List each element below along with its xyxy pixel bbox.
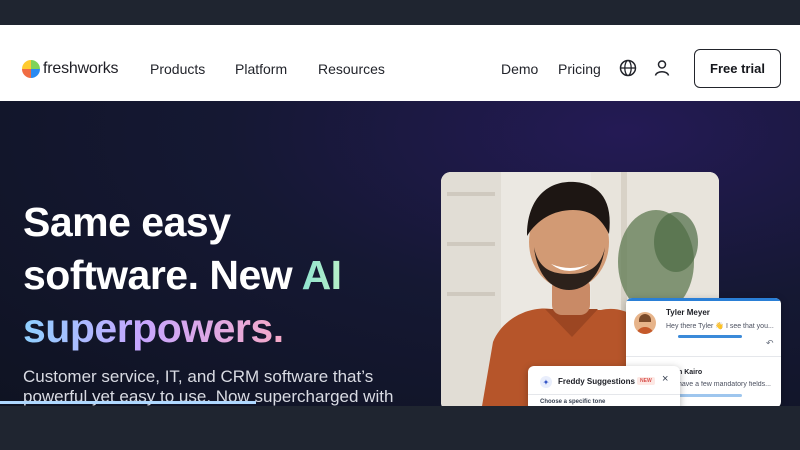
nav-resources[interactable]: Resources [318, 61, 385, 77]
nav-platform[interactable]: Platform [235, 61, 287, 77]
hero-subheading-line-1: Customer service, IT, and CRM software t… [23, 367, 374, 386]
bottom-bar [0, 406, 800, 450]
freddy-card-title: Freddy Suggestions [558, 377, 635, 386]
carousel-progress-bar [0, 401, 256, 404]
user-icon[interactable] [652, 58, 672, 78]
nav-demo[interactable]: Demo [501, 61, 538, 77]
chat-divider [626, 356, 781, 357]
free-trial-button[interactable]: Free trial [694, 49, 781, 88]
freddy-card-divider [528, 394, 680, 395]
hero-headline-prefix: software. New [23, 252, 302, 298]
chat-card-accent-line [626, 298, 781, 301]
hero-section: Same easy software. New AI superpowers. … [0, 101, 800, 406]
hero-headline-ai: AI [301, 252, 343, 298]
chat-compose-bar [678, 335, 742, 338]
hero-headline-line-1: Same easy [23, 199, 231, 245]
chat-second-message: have a few mandatory fields... [678, 381, 771, 388]
freshworks-logo-icon [22, 60, 40, 78]
nav-pricing[interactable]: Pricing [558, 61, 601, 77]
reply-icon[interactable]: ↶ [766, 338, 774, 349]
close-icon[interactable]: × [662, 373, 668, 385]
hero-headline-line-3: superpowers. [23, 302, 284, 354]
brand-name: freshworks [43, 60, 119, 77]
hero-headline-line-2: software. New AI [23, 249, 342, 301]
chat-sender-name: Tyler Meyer [666, 308, 710, 317]
nav-products[interactable]: Products [150, 61, 205, 77]
chat-second-compose-bar [678, 394, 742, 397]
top-bar [0, 0, 800, 25]
globe-icon[interactable] [618, 58, 638, 78]
brand-logo[interactable]: freshworks [22, 58, 119, 80]
tone-option[interactable]: Choose a specific tone [540, 399, 605, 405]
freddy-suggestions-card: ✦ Freddy Suggestions NEW × Choose a spec… [528, 366, 680, 406]
freddy-bot-icon: ✦ [540, 376, 552, 388]
hero-headline-superpowers: superpowers. [23, 305, 284, 351]
chat-message-preview: Hey there Tyler 👋 I see that you... [666, 323, 774, 330]
agent-avatar [634, 312, 656, 334]
site-header: freshworks Products Platform Resources D… [0, 25, 800, 101]
chat-second-name: n Kairo [678, 369, 703, 376]
new-badge: NEW [637, 377, 655, 385]
